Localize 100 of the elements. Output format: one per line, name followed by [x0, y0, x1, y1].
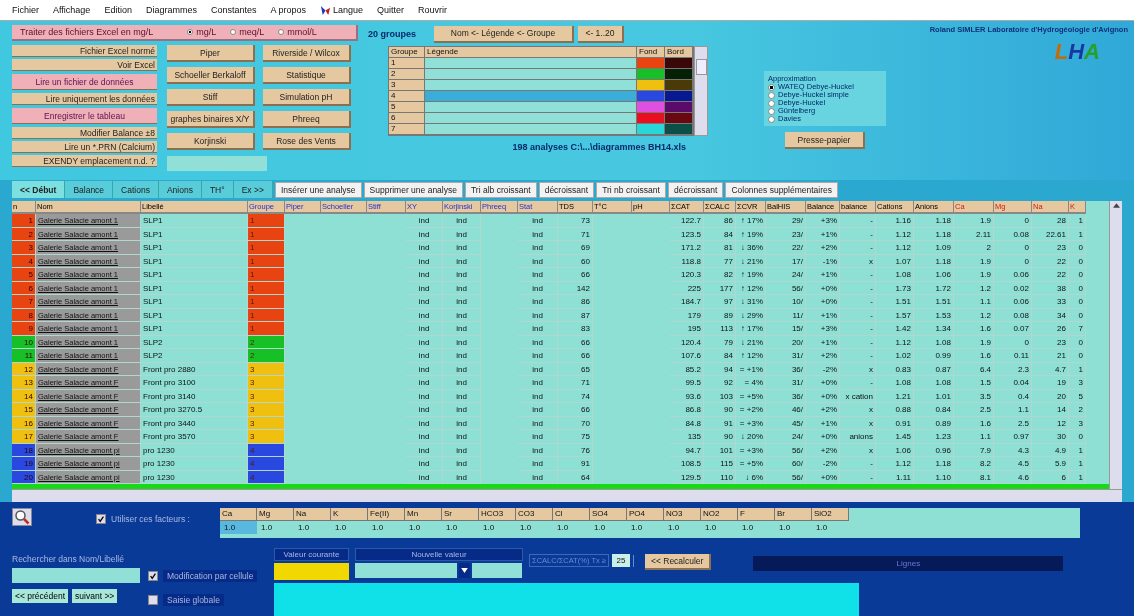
menu-item[interactable]: Rouvrir: [418, 5, 448, 15]
table-cell: 1.73: [876, 281, 914, 295]
menu-item[interactable]: Edition: [104, 5, 132, 15]
column-header: K: [331, 508, 368, 521]
factor-cell[interactable]: 1.0: [590, 521, 627, 534]
table-cell: ind: [406, 403, 443, 417]
table-cell: 23/: [766, 227, 806, 241]
excel-bar[interactable]: Traiter des fichiers Excel en mg/L mg/L meq/L mmol/L: [12, 25, 358, 41]
dropdown-button[interactable]: [459, 563, 470, 578]
menu-item[interactable]: Diagrammes: [145, 5, 197, 15]
scrollbar[interactable]: [12, 489, 1122, 502]
table-cell: 113: [704, 322, 736, 336]
table-cell: 6: [389, 113, 425, 124]
search-field[interactable]: [12, 568, 140, 583]
unit-radio[interactable]: mg/L: [187, 27, 217, 37]
factor-cell[interactable]: 1.0: [479, 521, 516, 534]
legend-button[interactable]: Nom <- Légende <- Groupe: [434, 25, 574, 43]
scrollbar[interactable]: [1109, 201, 1122, 489]
factor-cell[interactable]: 1.0: [257, 521, 294, 534]
menu-item[interactable]: Constantes: [210, 5, 257, 15]
table-cell: 24/: [766, 430, 806, 444]
factor-cell[interactable]: 1.0: [775, 521, 812, 534]
factor-cell[interactable]: 1.0: [516, 521, 553, 534]
tool-button[interactable]: Riverside / Wilcox: [263, 45, 351, 62]
diagram-button[interactable]: Stiff: [167, 89, 255, 106]
tool-button[interactable]: Statistique: [263, 67, 351, 84]
previous-button[interactable]: << précédent: [12, 589, 69, 603]
table-cell: = +5%: [736, 457, 766, 471]
table-cell: 94: [704, 362, 736, 376]
factor-cell[interactable]: 1.0: [442, 521, 479, 534]
action-button[interactable]: Insérer une analyse: [274, 181, 362, 198]
range-button[interactable]: <- 1..20: [578, 25, 624, 43]
action-button[interactable]: Tri alb croissant: [464, 181, 537, 198]
table-cell: ↑ 12%: [736, 281, 766, 295]
file-button[interactable]: Enregistrer le tableau: [12, 108, 157, 124]
tab[interactable]: << Début: [12, 181, 66, 198]
factor-cell[interactable]: 1.0: [738, 521, 775, 534]
factor-cell[interactable]: 1.0: [664, 521, 701, 534]
recalculate-button[interactable]: << Recalculer: [644, 554, 712, 570]
file-button[interactable]: Voir Excel: [12, 59, 157, 71]
zoom-button[interactable]: [12, 508, 32, 526]
factor-cell[interactable]: 1.0: [294, 521, 331, 534]
factor-cell[interactable]: 1.0: [553, 521, 590, 534]
unit-radio[interactable]: mmol/L: [278, 27, 317, 37]
unit-radio[interactable]: meq/L: [230, 27, 265, 37]
threshold-field[interactable]: 25: [611, 554, 630, 567]
table-cell: x: [840, 443, 876, 457]
clipboard-button[interactable]: Presse-papier: [785, 132, 865, 149]
tool-button[interactable]: Rose des Vents: [263, 133, 351, 150]
diagram-button[interactable]: Piper: [167, 45, 255, 62]
action-button[interactable]: décroissant: [538, 181, 595, 198]
file-button[interactable]: Lire un *.PRN (Calcium): [12, 141, 157, 153]
file-button[interactable]: Fichier Excel normé: [12, 45, 157, 57]
input-field[interactable]: [472, 563, 522, 578]
menu-item[interactable]: Fichier: [12, 5, 39, 15]
table-cell: 2.11: [954, 227, 994, 241]
table-cell: 1.08: [914, 335, 954, 349]
table-cell: 11/: [766, 308, 806, 322]
action-button[interactable]: décroissant: [667, 181, 724, 198]
file-button[interactable]: Lire un fichier de données: [12, 74, 157, 90]
action-button[interactable]: Tri nb croissant: [596, 181, 666, 198]
menu-item[interactable]: Affichage: [53, 5, 91, 15]
file-button[interactable]: Lire uniquement les données: [12, 93, 157, 105]
table-cell: ind: [443, 322, 481, 336]
menu-item[interactable]: Quitter: [377, 5, 405, 15]
diagram-button[interactable]: Schoeller Berkaloff: [167, 67, 255, 84]
group-cell: 15: [12, 403, 36, 417]
table-cell: = +2%: [736, 403, 766, 417]
table-cell: 30: [1032, 430, 1069, 444]
factor-cell[interactable]: 1.0: [812, 521, 849, 534]
action-button[interactable]: Colonnes supplémentaires: [725, 181, 839, 198]
menu-item[interactable]: Langue: [320, 4, 364, 16]
tool-button[interactable]: Simulation pH: [263, 89, 351, 106]
action-button[interactable]: Supprimer une analyse: [363, 181, 463, 198]
table-cell: 0.02: [994, 281, 1032, 295]
next-button[interactable]: suivant >>: [72, 589, 118, 603]
mode-checkbox[interactable]: Saisie globale: [148, 594, 274, 606]
table-cell: -: [840, 214, 876, 228]
menu-item[interactable]: A propos: [270, 5, 306, 15]
factor-checkbox[interactable]: Utiliser ces facteurs :: [96, 514, 220, 524]
factor-cell[interactable]: 1.0: [701, 521, 738, 534]
table-cell: +2%: [806, 403, 840, 417]
input-field[interactable]: [167, 156, 267, 171]
factor-cell[interactable]: 1.0: [331, 521, 368, 534]
arrow-icon[interactable]: [1112, 203, 1120, 208]
column-header: Ca: [220, 508, 257, 521]
file-button[interactable]: EXENDY emplacement n.d. ?: [12, 155, 157, 167]
factor-cell[interactable]: 1.0: [368, 521, 405, 534]
diagram-button[interactable]: Korjinski: [167, 133, 255, 150]
tool-button[interactable]: Phreeq: [263, 111, 351, 128]
current-value-field[interactable]: [274, 563, 349, 580]
table-cell: ind: [518, 322, 558, 336]
factor-cell[interactable]: 1.0: [220, 521, 257, 534]
group-cell: 17: [12, 430, 36, 444]
file-button[interactable]: Modifier Balance ±8: [12, 127, 157, 139]
new-value-field[interactable]: [355, 563, 457, 578]
factor-cell[interactable]: 1.0: [627, 521, 664, 534]
diagram-button[interactable]: graphes binaires X/Y: [167, 111, 255, 128]
scrollbar[interactable]: [694, 46, 708, 136]
factor-cell[interactable]: 1.0: [405, 521, 442, 534]
